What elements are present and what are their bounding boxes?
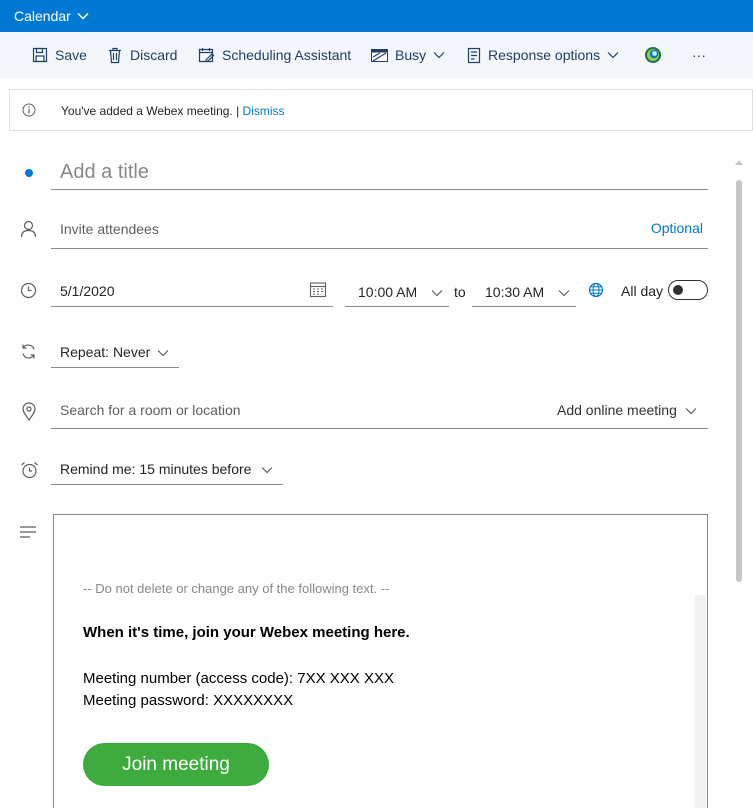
repeat-icon (20, 343, 37, 365)
notice-message: You've added a Webex meeting. | (61, 104, 243, 118)
remind-value: 15 minutes before (139, 461, 252, 477)
toggle-knob (673, 285, 683, 295)
location-placeholder: Search for a room or location (60, 402, 241, 418)
location-pin-icon (22, 402, 36, 426)
end-time-value: 10:30 AM (485, 284, 545, 300)
webex-addin-button[interactable] (644, 32, 662, 78)
reminder-text: Remind me: 15 minutes before (60, 461, 251, 477)
scheduling-assistant-label: Scheduling Assistant (222, 47, 352, 63)
add-online-meeting-dropdown[interactable]: Add online meeting (557, 402, 697, 418)
start-time-value: 10:00 AM (358, 284, 418, 300)
chevron-down-icon (77, 12, 89, 20)
repeat-dropdown[interactable]: Repeat: Never (51, 337, 179, 368)
response-options-icon (467, 47, 481, 64)
remind-label: Remind me: (60, 461, 136, 477)
response-options-label: Response options (488, 47, 601, 63)
invite-attendees-input[interactable]: Invite attendees (51, 212, 708, 249)
alarm-clock-icon (20, 461, 39, 484)
start-date-value: 5/1/2020 (60, 282, 115, 299)
chevron-down-icon (433, 51, 445, 59)
busy-label: Busy (395, 47, 427, 63)
response-options-dropdown[interactable]: Response options (467, 32, 619, 78)
app-title-bar[interactable]: Calendar (0, 0, 753, 32)
trash-icon (107, 47, 123, 64)
dismiss-link[interactable]: Dismiss (243, 104, 285, 118)
do-not-delete-text: -- Do not delete or change any of the fo… (83, 581, 390, 596)
busy-status-icon (371, 48, 388, 63)
scheduling-assistant-button[interactable]: Scheduling Assistant (198, 32, 351, 78)
attendees-placeholder: Invite attendees (60, 221, 159, 237)
person-icon (20, 220, 37, 243)
chevron-down-icon (558, 284, 570, 300)
meeting-password: Meeting password: XXXXXXXX (83, 692, 294, 709)
join-meeting-button[interactable]: Join meeting (83, 743, 269, 786)
chevron-down-icon (261, 461, 273, 477)
chevron-down-icon (685, 402, 697, 418)
app-title: Calendar (14, 8, 71, 24)
online-meeting-label: Add online meeting (557, 402, 677, 418)
join-heading: When it's time, join your Webex meeting … (83, 624, 410, 641)
repeat-value: Never (112, 344, 151, 360)
repeat-text: Repeat: Never (60, 344, 150, 360)
info-icon (22, 103, 36, 120)
calendar-icon (309, 281, 327, 301)
to-label: to (454, 284, 466, 300)
time-zone-globe-icon[interactable] (588, 282, 604, 303)
optional-attendees-link[interactable]: Optional (651, 220, 703, 236)
notice-text: You've added a Webex meeting. | Dismiss (61, 104, 285, 118)
busy-status-dropdown[interactable]: Busy (371, 32, 445, 78)
chevron-down-icon (157, 344, 169, 360)
more-options-label: ··· (692, 47, 706, 63)
title-placeholder: Add a title (60, 161, 149, 183)
webex-logo-icon (644, 46, 662, 64)
all-day-label: All day (621, 283, 664, 299)
event-title-input[interactable]: Add a title (51, 157, 708, 190)
scroll-up-arrow-icon[interactable] (735, 160, 743, 165)
start-time-dropdown[interactable]: 10:00 AM (345, 276, 449, 307)
clock-icon (20, 282, 37, 304)
reminder-dropdown[interactable]: Remind me: 15 minutes before (51, 454, 283, 485)
save-icon (32, 47, 48, 63)
end-time-dropdown[interactable]: 10:30 AM (472, 276, 576, 307)
save-button[interactable]: Save (32, 32, 87, 78)
save-label: Save (55, 47, 87, 63)
discard-label: Discard (130, 47, 178, 63)
chevron-down-icon (431, 284, 443, 300)
repeat-label: Repeat: (60, 344, 110, 360)
more-options-button[interactable]: ··· (692, 32, 706, 78)
scrollbar-thumb[interactable] (736, 180, 742, 582)
meeting-number: Meeting number (access code): 7XX XXX XX… (83, 670, 394, 687)
command-toolbar: Save Discard Scheduling Assistant Busy R… (0, 32, 753, 78)
required-indicator-dot (25, 169, 33, 177)
scrollbar[interactable] (735, 160, 743, 808)
calendar-edit-icon (198, 47, 215, 64)
chevron-down-icon (607, 51, 619, 59)
notes-lines-icon (20, 525, 37, 543)
start-date-picker[interactable]: 5/1/2020 (51, 275, 333, 307)
join-meeting-label: Join meeting (122, 753, 230, 775)
webex-notice-bar: You've added a Webex meeting. | Dismiss (9, 89, 753, 131)
discard-button[interactable]: Discard (107, 32, 177, 78)
event-body-editor[interactable]: -- Do not delete or change any of the fo… (53, 514, 708, 808)
all-day-toggle[interactable] (668, 280, 708, 300)
